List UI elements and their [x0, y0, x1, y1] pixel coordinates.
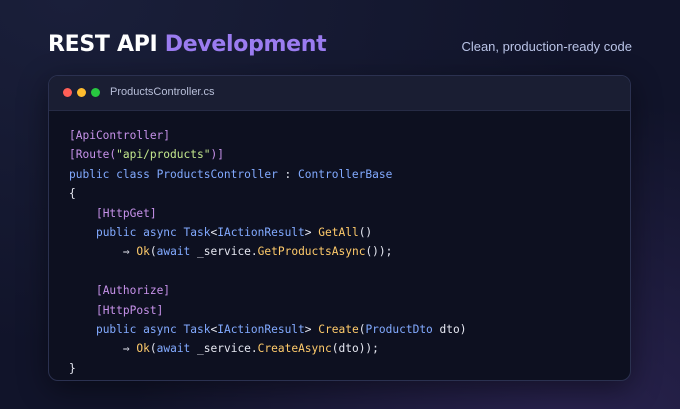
code-token: public class: [69, 167, 157, 181]
close-window-icon[interactable]: [63, 88, 72, 97]
code-token: await: [156, 245, 191, 259]
code-token: CreateAsync: [257, 342, 332, 356]
code-line: {: [69, 184, 466, 203]
code-line: public class ProductsController : Contro…: [69, 165, 466, 184]
code-token: (): [358, 225, 373, 239]
code-editor-window: ProductsController.cs [ApiController] [Ro…: [48, 75, 631, 381]
code-line: }: [69, 359, 466, 378]
code-token: (dto));: [331, 342, 379, 356]
code-token: Create: [318, 322, 359, 336]
code-token: :: [277, 167, 299, 181]
code-token: [ApiController]: [69, 129, 171, 142]
code-token: [Authorize]: [95, 284, 171, 298]
code-token: [HttpPost]: [95, 303, 164, 317]
code-token: [HttpGet]: [95, 206, 157, 220]
code-token: Ok: [136, 245, 150, 259]
page-title: REST API Development: [48, 30, 327, 60]
code-token: [Route(: [69, 148, 117, 162]
page-subtitle: Clean, production-ready code: [461, 39, 632, 54]
code-token: IActionResult: [217, 322, 305, 336]
code-token: (: [149, 245, 157, 259]
code-token: (: [149, 342, 157, 356]
maximize-window-icon[interactable]: [91, 88, 100, 97]
code-token: Ok: [136, 342, 150, 356]
code-token: >: [304, 225, 319, 239]
code-token: IActionResult: [217, 225, 305, 239]
code-token: await: [156, 342, 191, 356]
code-token: GetAll: [318, 225, 359, 239]
code-line: public async Task<IActionResult> Create(…: [69, 320, 467, 339]
code-token: Task: [183, 322, 211, 336]
code-token: ⇒: [122, 342, 137, 356]
code-token: "api/products": [116, 148, 211, 162]
code-token: ProductDto: [365, 322, 433, 336]
code-token: _service.: [190, 342, 258, 356]
code-token: {: [69, 187, 76, 201]
page-header: REST API Development Clean, production-r…: [48, 30, 632, 62]
minimize-window-icon[interactable]: [77, 88, 86, 97]
code-token: ControllerBase: [298, 167, 393, 181]
code-line: [Route("api/products")]: [69, 145, 466, 164]
code-line: [ApiController]: [69, 126, 466, 145]
code-token: Task: [183, 225, 211, 239]
code-line: ⇒ Ok(await _service.GetProductsAsync());: [69, 242, 466, 261]
code-block: [ApiController] [Route("api/products")] pu…: [69, 126, 466, 378]
code-token: ());: [365, 245, 393, 259]
code-line: [HttpPost]: [69, 301, 466, 320]
code-token: dto): [432, 322, 467, 336]
code-token: GetProductsAsync: [257, 245, 366, 259]
code-line: ⇒ Ok(await _service.CreateAsync(dto));: [69, 339, 466, 358]
title-part-development: Development: [164, 32, 327, 57]
code-token: }: [69, 361, 76, 375]
code-token: )]: [210, 148, 224, 162]
title-part-rest-api: REST API: [48, 32, 158, 57]
code-line: [HttpGet]: [69, 204, 466, 223]
file-name-tab[interactable]: ProductsController.cs: [110, 86, 215, 98]
window-titlebar: ProductsController.cs: [49, 76, 630, 111]
code-line: public async Task<IActionResult> GetAll(…: [69, 223, 466, 242]
code-token: public async: [95, 322, 184, 336]
code-token: _service.: [190, 245, 258, 259]
code-token: ⇒: [122, 245, 137, 259]
code-token: public async: [95, 225, 184, 239]
code-token: >: [304, 322, 319, 336]
code-token: ProductsController: [156, 167, 278, 181]
code-line: [Authorize]: [69, 281, 466, 300]
